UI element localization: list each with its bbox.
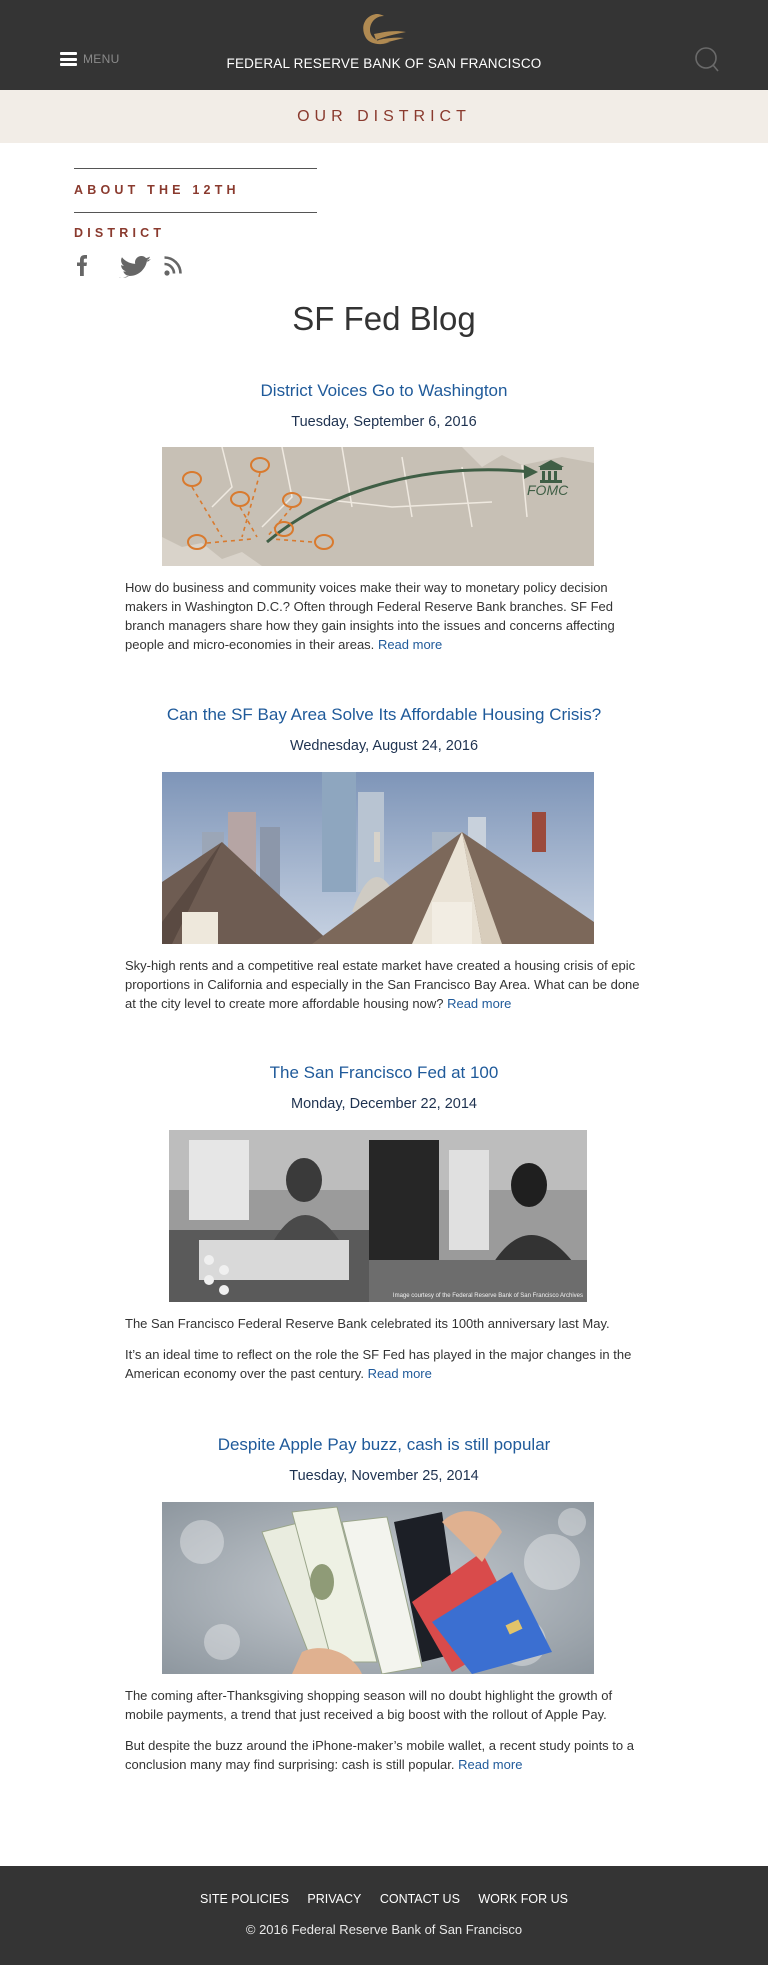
image-caption: Image courtesy of the Federal Reserve Ba… [393, 1293, 583, 1299]
post-image-payments[interactable] [162, 1502, 594, 1674]
about-district-link[interactable]: ABOUT THE 12TH DISTRICT [74, 169, 317, 255]
post-date: Monday, December 22, 2014 [291, 1096, 477, 1112]
post-paragraph: The San Francisco Federal Reserve Bank c… [125, 1316, 610, 1331]
post-excerpt: The San Francisco Federal Reserve Bank c… [125, 1314, 645, 1395]
twitter-icon[interactable] [114, 254, 158, 278]
post-paragraph: Sky-high rents and a competitive real es… [125, 958, 640, 1011]
social-links [74, 254, 188, 278]
post-title-link[interactable]: The San Francisco Fed at 100 [0, 1063, 768, 1083]
blog-post: The San Francisco Fed at 100 [0, 1063, 768, 1083]
fomc-label: FOMC [527, 482, 569, 498]
blog-post: District Voices Go to Washington [0, 381, 768, 401]
blog-title: SF Fed Blog [292, 300, 476, 337]
footer-nav: SITE POLICIES PRIVACY CONTACT US WORK FO… [0, 1890, 768, 1908]
footer-link-work-for-us[interactable]: WORK FOR US [478, 1892, 568, 1906]
read-more-link[interactable]: Read more [447, 996, 511, 1011]
section-band: OUR DISTRICT [0, 90, 768, 143]
about-district-nav: ABOUT THE 12TH DISTRICT [74, 168, 317, 240]
footer-link-site-policies[interactable]: SITE POLICIES [200, 1892, 289, 1906]
post-image-housing[interactable] [162, 772, 594, 944]
post-title-link[interactable]: Despite Apple Pay buzz, cash is still po… [0, 1435, 768, 1455]
read-more-link[interactable]: Read more [458, 1757, 522, 1772]
read-more-link[interactable]: Read more [378, 637, 442, 652]
blog-post: Can the SF Bay Area Solve Its Affordable… [0, 705, 768, 725]
post-paragraph: The coming after-Thanksgiving shopping s… [125, 1688, 613, 1722]
post-image-archive-photo[interactable]: Image courtesy of the Federal Reserve Ba… [169, 1130, 587, 1302]
rss-icon[interactable] [158, 254, 188, 278]
post-date: Tuesday, September 6, 2016 [291, 414, 477, 430]
footer-link-privacy[interactable]: PRIVACY [307, 1892, 361, 1906]
post-excerpt: Sky-high rents and a competitive real es… [125, 956, 645, 1025]
post-excerpt: How do business and community voices mak… [125, 578, 645, 666]
footer-link-contact-us[interactable]: CONTACT US [380, 1892, 460, 1906]
facebook-icon[interactable] [74, 254, 114, 278]
post-image-map[interactable]: FOMC [162, 447, 594, 566]
site-title[interactable]: FEDERAL RESERVE BANK OF SAN FRANCISCO [0, 56, 768, 71]
blog-post: Despite Apple Pay buzz, cash is still po… [0, 1435, 768, 1455]
site-footer: SITE POLICIES PRIVACY CONTACT US WORK FO… [0, 1866, 768, 1965]
post-paragraph: How do business and community voices mak… [125, 580, 615, 652]
read-more-link[interactable]: Read more [368, 1366, 432, 1381]
post-paragraph: But despite the buzz around the iPhone-m… [125, 1738, 634, 1772]
post-date: Tuesday, November 25, 2014 [289, 1468, 479, 1484]
post-excerpt: The coming after-Thanksgiving shopping s… [125, 1686, 645, 1786]
copyright: © 2016 Federal Reserve Bank of San Franc… [245, 1922, 523, 1937]
fed-eagle-logo[interactable] [354, 10, 410, 50]
post-title-link[interactable]: Can the SF Bay Area Solve Its Affordable… [0, 705, 768, 725]
post-date: Wednesday, August 24, 2016 [289, 738, 479, 754]
site-header: MENU FEDERAL RESERVE BANK OF SAN FRANCIS… [0, 0, 768, 90]
post-title-link[interactable]: District Voices Go to Washington [0, 381, 768, 401]
search-icon[interactable] [693, 46, 719, 72]
section-title[interactable]: OUR DISTRICT [297, 90, 471, 143]
